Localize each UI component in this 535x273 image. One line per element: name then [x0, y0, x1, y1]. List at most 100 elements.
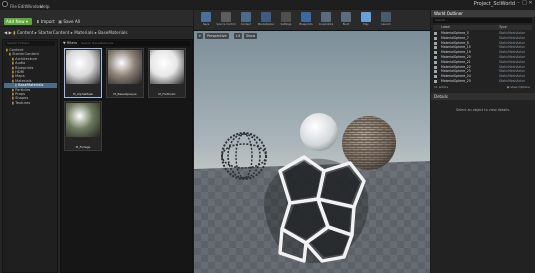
folder-tree-label: Materials: [15, 78, 32, 83]
visibility-eye-icon[interactable]: [434, 46, 437, 50]
save-icon: ▣: [58, 19, 62, 24]
menu-edit[interactable]: Edit: [18, 4, 26, 9]
level-viewport[interactable]: ▾ Perspective Lit Show: [194, 31, 430, 273]
asset-search-input[interactable]: Search BaseMaterials: [79, 41, 190, 46]
import-button[interactable]: ⬇ Import: [36, 18, 55, 25]
launch-icon: [381, 12, 391, 22]
close-icon[interactable]: ✕: [528, 1, 533, 6]
material-thumbnail: [108, 50, 142, 84]
folder-tree-label: Architecture: [15, 56, 38, 61]
outliner-row[interactable]: MaterialSphere_25 StaticMeshActor: [433, 79, 532, 84]
breadcrumb-item[interactable]: StarterContent: [38, 30, 69, 35]
show-button[interactable]: Show: [244, 33, 258, 39]
outliner-search-input[interactable]: Search...: [433, 18, 532, 23]
breadcrumb-item[interactable]: Content: [17, 30, 34, 35]
folder-tree-item[interactable]: ▮ Textures: [6, 101, 30, 105]
visibility-eye-icon[interactable]: [434, 60, 437, 64]
folder-search-input[interactable]: Search Folders: [5, 41, 55, 46]
folder-tree-label: HDRI: [15, 70, 25, 74]
visibility-eye-icon[interactable]: [434, 56, 437, 59]
menu-file[interactable]: File: [10, 4, 17, 9]
breadcrumb-item[interactable]: Materials: [74, 30, 93, 35]
add-new-button[interactable]: Add New ▾: [4, 18, 32, 25]
toolbar-save-button[interactable]: Save: [198, 12, 214, 29]
breadcrumb-item[interactable]: BaseMaterials: [98, 30, 127, 35]
folder-tree-label: BaseMaterials: [18, 83, 44, 88]
toolbar-label: Settings: [280, 23, 292, 26]
save-all-button[interactable]: ▣ Save All: [58, 18, 80, 25]
toolbar-marketplace-button[interactable]: Marketplace: [258, 12, 274, 29]
toolbar-label: Play: [363, 23, 369, 26]
asset-label: M_BaseOpaque: [113, 92, 137, 96]
toolbar-label: Cinematics: [318, 23, 334, 26]
folder-icon: ▮: [13, 30, 16, 35]
outliner-footer: 11 actors ◉ View Options: [433, 85, 532, 90]
folder-tree-label: StarterContent: [12, 52, 39, 57]
forward-icon[interactable]: ▶: [9, 30, 12, 35]
toolbar-cinematics-button[interactable]: Cinematics: [318, 12, 334, 29]
asset-label: M_FlatColor: [158, 92, 176, 96]
import-icon: ⬇: [36, 19, 40, 24]
actor-type: StaticMeshActor: [499, 79, 525, 83]
toolbar-label: Launch: [381, 23, 391, 26]
blueprints-icon: [301, 12, 311, 22]
folder-tree-label: Props: [15, 92, 25, 96]
toolbar-blueprints-button[interactable]: Blueprints: [298, 12, 314, 29]
asset-tile[interactable]: M_AlphaMask: [64, 48, 102, 98]
asset-label: M_AlphaMask: [72, 92, 94, 96]
minimize-icon[interactable]: –: [516, 1, 521, 6]
visibility-eye-icon[interactable]: [434, 51, 437, 55]
content-icon: [241, 12, 251, 22]
view-mode-button[interactable]: Perspective: [205, 33, 229, 39]
viewport-options-button[interactable]: ▾: [197, 33, 203, 39]
viewport-scene: [194, 113, 430, 273]
visibility-eye-icon[interactable]: [434, 75, 437, 79]
visibility-eye-icon[interactable]: [434, 70, 437, 74]
toolbar-content-button[interactable]: Content: [238, 12, 254, 29]
visibility-eye-icon[interactable]: [434, 36, 437, 40]
lit-button[interactable]: Lit: [234, 33, 243, 39]
details-empty-message: Select an object to view details.: [455, 108, 511, 112]
filters-button[interactable]: ▼ Filters: [63, 41, 77, 46]
save-icon: [201, 12, 211, 22]
actor-name: MaterialSphere_25: [441, 79, 471, 83]
material-thumbnail: [66, 103, 100, 137]
asset-tile[interactable]: M_FlatColor: [148, 48, 186, 98]
column-type[interactable]: Type: [499, 25, 507, 30]
toolbar-source-control-button[interactable]: Source Control: [216, 12, 236, 29]
toolbar-label: Marketplace: [258, 23, 274, 26]
world-outliner-tab[interactable]: World Outliner: [431, 10, 535, 17]
import-label: Import: [40, 19, 55, 24]
toolbar-label: Save: [202, 23, 210, 26]
folder-tree: Search Folders ▮ Content ▮ StarterContent…: [2, 39, 58, 273]
folder-tree-label: Shapes: [15, 96, 29, 101]
visibility-eye-icon[interactable]: [434, 32, 437, 35]
settings-icon: [281, 12, 291, 22]
asset-tile[interactable]: M_Foliage: [64, 101, 102, 151]
asset-tile[interactable]: M_BaseOpaque: [106, 48, 144, 98]
material-thumbnail: [66, 50, 100, 84]
details-tab[interactable]: Details: [431, 93, 535, 100]
toolbar-label: Source Control: [216, 23, 236, 26]
column-label[interactable]: Label: [441, 25, 450, 30]
visibility-eye-icon[interactable]: [434, 80, 437, 83]
toolbar-build-button[interactable]: Build: [338, 12, 354, 29]
toolbar-label: Content: [240, 23, 252, 26]
folder-tree-label: Audio: [15, 61, 26, 66]
visibility-eye-icon[interactable]: [434, 65, 437, 69]
toolbar-settings-button[interactable]: Settings: [278, 12, 294, 29]
visibility-eye-icon[interactable]: [434, 41, 437, 45]
back-icon[interactable]: ◀: [4, 30, 7, 35]
maximize-icon[interactable]: □: [522, 1, 527, 6]
menu-help[interactable]: Help: [40, 4, 50, 9]
play-icon: [361, 12, 371, 22]
marketplace-icon: [261, 12, 271, 22]
breadcrumb: ◀ ▶ ▮ Content ▸ StarterContent ▸ Materia…: [4, 30, 128, 35]
toolbar-launch-button[interactable]: Launch: [378, 12, 394, 29]
folder-tree-label: Maps: [15, 74, 25, 79]
view-options-button[interactable]: ◉ View Options: [507, 85, 530, 90]
toolbar-play-button[interactable]: Play: [358, 12, 374, 29]
folder-tree-label: Blueprints: [15, 65, 34, 70]
actor-count: 11 actors: [434, 85, 449, 89]
toolbar-label: Build: [342, 23, 350, 26]
